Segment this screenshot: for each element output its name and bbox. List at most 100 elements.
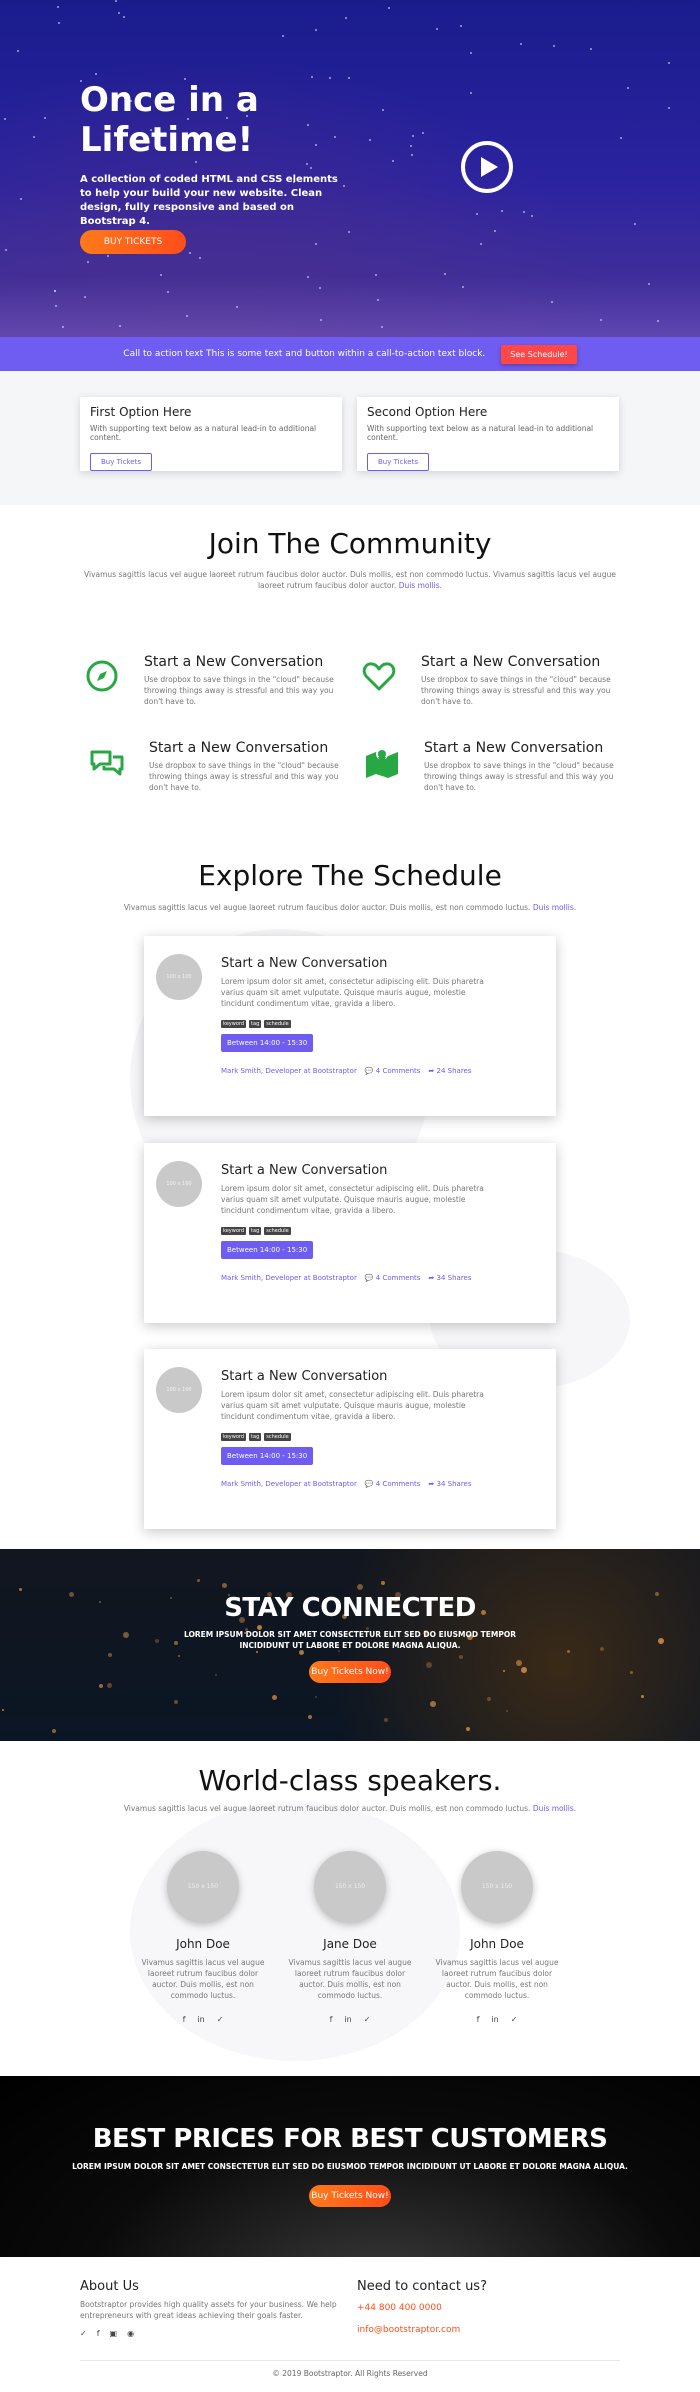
twitter-icon[interactable]: ✓ [364, 2015, 371, 2024]
light-dot [392, 160, 394, 162]
tag[interactable]: tag [249, 1227, 262, 1235]
light-dot [95, 73, 97, 75]
tag[interactable]: schedule [264, 1227, 291, 1235]
author-link[interactable]: Mark Smith, Developer at Bootstraptor [221, 1274, 357, 1282]
prices-text: LOREM IPSUM DOLOR SIT AMET CONSECTETUR E… [72, 2162, 628, 2171]
buy-tickets-button[interactable]: BUY TICKETS [80, 230, 186, 254]
twitter-icon[interactable]: ✓ [80, 2329, 87, 2338]
feature-item: Start a New Conversation Use dropbox to … [364, 740, 624, 793]
tag[interactable]: schedule [264, 1433, 291, 1441]
email-link[interactable]: info@bootstraptor.com [357, 2325, 460, 2335]
buy-tickets-now-button[interactable]: Buy Tickets Now! [309, 1661, 391, 1683]
comments-link[interactable]: 💬 4 Comments [365, 1274, 421, 1282]
tag[interactable]: keyword [221, 1020, 247, 1028]
light-dot [115, 0, 117, 2]
light-dot [436, 28, 438, 30]
linkedin-icon[interactable]: in [491, 2015, 498, 2024]
light-dot [476, 213, 478, 215]
light-dot [494, 230, 496, 232]
light-dot [620, 137, 622, 139]
light-dot [348, 77, 350, 79]
subtitle-link[interactable]: Duis mollis. [533, 903, 576, 912]
about-text: Bootstraptor provides high quality asset… [80, 2300, 337, 2320]
comments-link[interactable]: 💬 4 Comments [365, 1480, 421, 1488]
light-dot [369, 139, 371, 141]
facebook-icon[interactable]: f [330, 2015, 333, 2024]
hero-title: Once in a Lifetime! [80, 80, 259, 160]
bokeh-dot [155, 1639, 159, 1643]
tag-list: keyword tag schedule [221, 1433, 291, 1441]
light-dot [84, 296, 86, 298]
comment-icon: 💬 [364, 1274, 374, 1282]
twitter-icon[interactable]: ✓ [511, 2015, 518, 2024]
about-title: About Us [80, 2279, 139, 2294]
speakers-title: World-class speakers. [198, 1764, 502, 1797]
shares-link[interactable]: ➦ 34 Shares [428, 1480, 471, 1488]
option-buy-button[interactable]: Buy Tickets [367, 453, 429, 471]
light-dot [17, 50, 19, 52]
see-schedule-button[interactable]: See Schedule! [501, 344, 577, 364]
schedule-text: Lorem ipsum dolor sit amet, consectetur … [221, 1184, 484, 1215]
subtitle-link[interactable]: Duis mollis. [533, 1804, 576, 1813]
light-dot [54, 290, 56, 292]
light-dot [320, 319, 322, 321]
bokeh-dot [52, 1729, 56, 1733]
stay-connected-section: STAY CONNECTED LOREM IPSUM DOLOR SIT AME… [0, 1549, 700, 1741]
bokeh-dot [108, 1653, 112, 1657]
bokeh-dot [384, 1718, 388, 1722]
feature-title: Start a New Conversation [144, 654, 324, 670]
tag[interactable]: tag [249, 1020, 262, 1028]
bokeh-dot [178, 1655, 180, 1657]
comments-link[interactable]: 💬 4 Comments [365, 1067, 421, 1075]
light-dot [523, 211, 525, 213]
light-dot [501, 210, 503, 212]
schedule-subtitle: Vivamus sagittis lacus vel augue laoreet… [80, 902, 620, 913]
light-dot [412, 135, 414, 137]
play-icon[interactable] [461, 141, 513, 193]
compass-icon [86, 660, 118, 692]
speaker-social: f in ✓ [432, 2015, 562, 2024]
tag[interactable]: keyword [221, 1227, 247, 1235]
light-dot [310, 167, 312, 169]
time-badge: Between 14:00 - 15:30 [221, 1241, 314, 1259]
tag[interactable]: tag [249, 1433, 262, 1441]
option-buy-button[interactable]: Buy Tickets [90, 453, 152, 471]
light-dot [87, 261, 89, 263]
facebook-icon[interactable]: f [97, 2329, 100, 2338]
heart-icon [362, 662, 396, 691]
linkedin-icon[interactable]: in [197, 2015, 204, 2024]
bokeh-dot [215, 1674, 217, 1676]
tag[interactable]: schedule [264, 1020, 291, 1028]
light-dot [462, 286, 464, 288]
cta-text: Call to action text This is some text an… [123, 349, 486, 359]
subtitle-text: Vivamus sagittis lacus vel augue laoreet… [123, 1804, 531, 1813]
author-link[interactable]: Mark Smith, Developer at Bootstraptor [221, 1067, 357, 1075]
light-dot [107, 255, 109, 257]
schedule-meta: Mark Smith, Developer at Bootstraptor 💬 … [221, 1067, 472, 1075]
facebook-icon[interactable]: f [477, 2015, 480, 2024]
tag[interactable]: keyword [221, 1433, 247, 1441]
phone-link[interactable]: +44 800 400 0000 [357, 2303, 442, 2313]
twitter-icon[interactable]: ✓ [217, 2015, 224, 2024]
shares-link[interactable]: ➦ 24 Shares [428, 1067, 471, 1075]
feature-text: Use dropbox to save things in the "cloud… [144, 675, 334, 706]
light-dot [388, 7, 390, 9]
hero-text: A collection of coded HTML and CSS eleme… [80, 174, 338, 227]
shares-link[interactable]: ➦ 34 Shares [428, 1274, 471, 1282]
instagram-icon[interactable]: ▣ [110, 2329, 118, 2338]
facebook-icon[interactable]: f [183, 2015, 186, 2024]
light-dot [55, 305, 57, 307]
linkedin-icon[interactable]: in [344, 2015, 351, 2024]
bokeh-dot [600, 1647, 604, 1651]
avatar: 100 x 100 [156, 1161, 202, 1207]
shares-count: 34 Shares [436, 1274, 472, 1282]
light-dot [551, 301, 553, 303]
subtitle-link[interactable]: Duis mollis. [399, 581, 442, 590]
light-dot [44, 117, 46, 119]
light-dot [377, 299, 379, 301]
buy-tickets-now-button[interactable]: Buy Tickets Now! [309, 2185, 391, 2207]
feature-text: Use dropbox to save things in the "cloud… [149, 761, 339, 792]
pinterest-icon[interactable]: ◉ [127, 2329, 134, 2338]
bokeh-dot [466, 1727, 470, 1731]
author-link[interactable]: Mark Smith, Developer at Bootstraptor [221, 1480, 357, 1488]
